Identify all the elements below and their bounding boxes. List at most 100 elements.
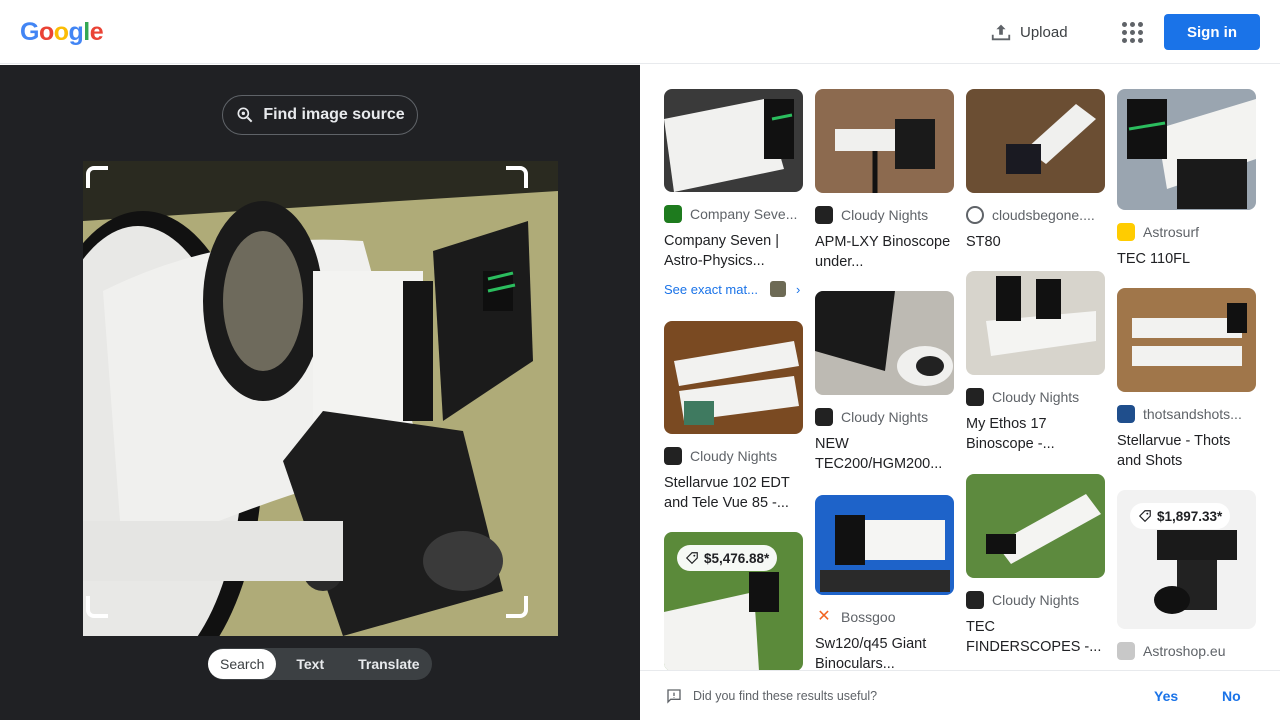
find-image-source-label: Find image source [263, 106, 405, 123]
tab-text[interactable]: Text [284, 649, 336, 679]
upload-label: Upload [1020, 23, 1068, 41]
price-tag-icon [685, 552, 698, 565]
search-mode-tabs: Search Text Translate [208, 648, 432, 680]
company-seven-favicon [664, 205, 682, 223]
result-thumbnail[interactable]: $1,897.33* [1117, 490, 1256, 629]
result-thumbnail[interactable] [966, 474, 1105, 578]
cloudy-nights-favicon [664, 447, 682, 465]
feedback-bar: Did you find these results useful? Yes N… [640, 670, 1280, 720]
result-card[interactable]: Cloudy Nights TEC FINDERSCOPES -... [966, 474, 1105, 657]
feedback-icon [667, 689, 681, 704]
result-source-name: Company Seve... [690, 206, 798, 222]
apps-grid-icon[interactable] [1120, 20, 1144, 44]
result-source-name: Cloudy Nights [992, 592, 1080, 608]
result-thumbnail[interactable]: $5,476.88* [664, 532, 803, 670]
result-card[interactable]: $1,897.33* Astroshop.eu [1117, 490, 1256, 660]
result-title[interactable]: APM-LXY Binoscope under... [815, 232, 954, 272]
result-source: Astrosurf [1117, 223, 1256, 241]
cloudy-nights-favicon [966, 591, 984, 609]
result-thumbnail[interactable] [815, 89, 954, 193]
result-source-name: Cloudy Nights [841, 409, 929, 425]
crop-selection-frame[interactable] [86, 166, 528, 618]
result-thumbnail[interactable] [966, 271, 1105, 375]
result-title[interactable]: Sw120/q45 Giant Binoculars... [815, 634, 954, 670]
result-source: Cloudy Nights [815, 408, 954, 426]
logo-letter-g: G [20, 18, 39, 46]
upload-icon [991, 24, 1011, 41]
feedback-yes-button[interactable]: Yes [1154, 688, 1178, 704]
result-card[interactable]: Cloudy Nights My Ethos 17 Binoscope -... [966, 271, 1105, 454]
result-card[interactable]: ✕ Bossgoo Sw120/q45 Giant Binoculars... [815, 495, 954, 670]
result-card[interactable]: Cloudy Nights APM-LXY Binoscope under... [815, 89, 954, 272]
result-thumbnail[interactable] [966, 89, 1105, 193]
exact-match-thumb-icon [769, 281, 786, 297]
cloudy-nights-favicon [815, 206, 833, 224]
feedback-no-button[interactable]: No [1222, 688, 1241, 704]
astroshop-favicon [1117, 642, 1135, 660]
visual-matches-panel: Company Seve... Company Seven | Astro-Ph… [640, 65, 1280, 670]
query-image-panel: Find image source Search Text Translate [0, 65, 640, 720]
result-thumbnail[interactable] [664, 321, 803, 434]
result-source: Cloudy Nights [966, 591, 1105, 609]
sign-in-button[interactable]: Sign in [1164, 14, 1260, 50]
crop-handle-bottom-left[interactable] [86, 596, 108, 618]
result-title[interactable]: Stellarvue 102 EDT and Tele Vue 85 -... [664, 473, 803, 513]
price-badge: $5,476.88* [677, 545, 778, 571]
result-title[interactable]: Stellarvue - Thots and Shots [1117, 431, 1256, 471]
result-source: cloudsbegone.... [966, 206, 1105, 224]
result-source-name: cloudsbegone.... [992, 207, 1095, 223]
result-source-name: Cloudy Nights [992, 389, 1080, 405]
cloudy-nights-favicon [966, 388, 984, 406]
result-card[interactable]: $5,476.88* [664, 532, 803, 670]
result-thumbnail[interactable] [1117, 288, 1256, 392]
result-source: thotsandshots... [1117, 405, 1256, 423]
bossgoo-favicon: ✕ [815, 608, 833, 626]
result-thumbnail[interactable] [1117, 89, 1256, 210]
thotsandshots-favicon [1117, 405, 1135, 423]
result-title[interactable]: TEC FINDERSCOPES -... [966, 617, 1105, 657]
result-source-name: Bossgoo [841, 609, 896, 625]
upload-button[interactable]: Upload [990, 18, 1068, 46]
crop-handle-bottom-right[interactable] [506, 596, 528, 618]
logo-letter-o2: o [53, 18, 69, 46]
header: Google Upload Sign in [0, 0, 1280, 64]
result-source: Cloudy Nights [815, 206, 954, 224]
result-source-name: Cloudy Nights [841, 207, 929, 223]
price-tag-icon [1138, 510, 1151, 523]
astrosurf-favicon [1117, 223, 1135, 241]
crop-handle-top-right[interactable] [506, 166, 528, 188]
result-source-name: Astroshop.eu [1143, 643, 1226, 659]
result-source-name: Astrosurf [1143, 224, 1200, 240]
globe-icon [966, 206, 984, 224]
result-title[interactable]: Company Seven | Astro-Physics... [664, 231, 803, 271]
result-thumbnail[interactable] [664, 89, 803, 192]
result-card[interactable]: Astrosurf TEC 110FL [1117, 89, 1256, 269]
result-thumbnail[interactable] [815, 495, 954, 595]
google-logo[interactable]: Google [20, 18, 104, 47]
price-value: $5,476.88* [704, 550, 770, 566]
result-title[interactable]: ST80 [966, 232, 1105, 252]
result-title[interactable]: NEW TEC200/HGM200... [815, 434, 954, 474]
result-thumbnail[interactable] [815, 291, 954, 395]
result-source-name: Cloudy Nights [690, 448, 778, 464]
result-source: Cloudy Nights [664, 447, 803, 465]
tab-search[interactable]: Search [208, 649, 277, 679]
logo-letter-g2: g [68, 18, 84, 46]
result-title[interactable]: TEC 110FL [1117, 249, 1256, 269]
logo-letter-e: e [89, 18, 104, 46]
cloudy-nights-favicon [815, 408, 833, 426]
result-card[interactable]: cloudsbegone.... ST80 [966, 89, 1105, 252]
result-card[interactable]: thotsandshots... Stellarvue - Thots and … [1117, 288, 1256, 471]
result-source: Company Seve... [664, 205, 803, 223]
result-card[interactable]: Company Seve... Company Seven | Astro-Ph… [664, 89, 803, 297]
tab-translate[interactable]: Translate [346, 649, 431, 679]
result-card[interactable]: Cloudy Nights NEW TEC200/HGM200... [815, 291, 954, 474]
crop-handle-top-left[interactable] [86, 166, 108, 188]
result-title[interactable]: My Ethos 17 Binoscope -... [966, 414, 1105, 454]
result-source-name: thotsandshots... [1143, 406, 1242, 422]
result-card[interactable]: Cloudy Nights Stellarvue 102 EDT and Tel… [664, 321, 803, 513]
price-value: $1,897.33* [1157, 508, 1223, 524]
find-image-source-button[interactable]: Find image source [222, 95, 418, 135]
see-exact-matches-link[interactable]: See exact mat... › [664, 281, 803, 297]
result-source: Cloudy Nights [966, 388, 1105, 406]
